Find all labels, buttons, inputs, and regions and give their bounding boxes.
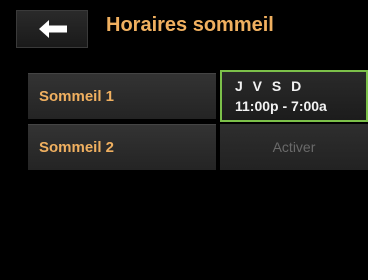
schedule-label: Sommeil 2 (28, 124, 216, 170)
schedule-days: J V S D (235, 78, 305, 94)
activate-label: Activer (272, 139, 316, 155)
schedule-time: 11:00p - 7:00a (235, 98, 327, 114)
page-title: Horaires sommeil (106, 14, 274, 36)
right-edge-border (368, 0, 372, 280)
header-bar: Horaires sommeil (0, 0, 368, 52)
schedule-label: Sommeil 1 (28, 73, 216, 119)
left-arrow-icon (39, 20, 67, 38)
schedule-row-sleep-2: Sommeil 2 Activer (28, 124, 368, 170)
sleep-schedule-screen: Horaires sommeil Sommeil 1 J V S D 11:00… (0, 0, 368, 280)
schedule-time-button[interactable]: J V S D 11:00p - 7:00a (220, 70, 368, 122)
activate-button[interactable]: Activer (220, 124, 368, 170)
schedule-row-sleep-1: Sommeil 1 J V S D 11:00p - 7:00a (28, 70, 368, 122)
back-button[interactable] (16, 10, 88, 48)
